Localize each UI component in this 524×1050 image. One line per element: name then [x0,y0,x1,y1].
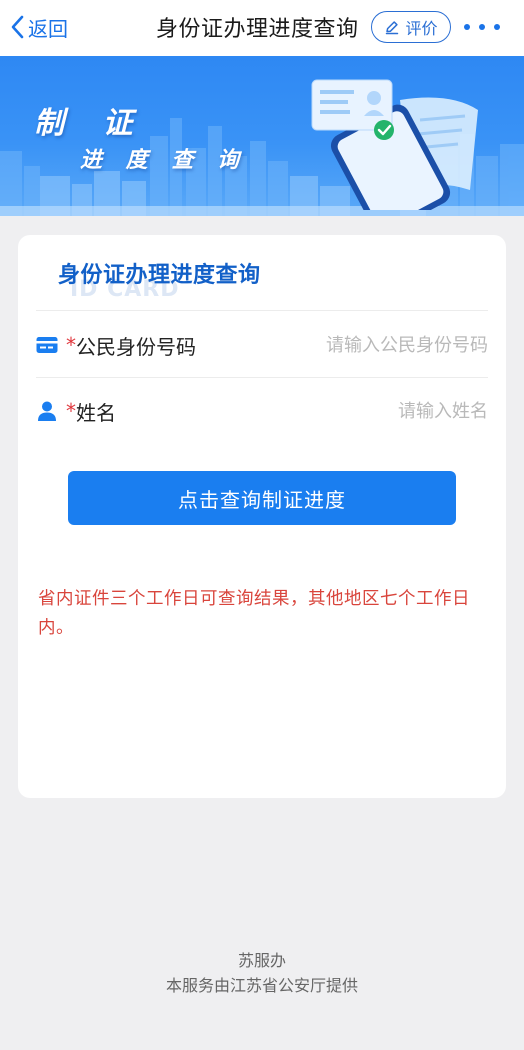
id-number-input[interactable] [248,334,488,356]
footer-brand: 苏服办 [237,951,286,970]
page-title: 身份证办理进度查询 [156,17,359,42]
back-label: 返回 [28,16,68,41]
id-card-icon [36,333,60,357]
id-number-field-row: * 公民身份号码 [36,323,488,367]
query-progress-button[interactable]: 点击查询制证进度 [68,471,456,525]
top-nav-bar: 返回 身份证办理进度查询 评价 [0,0,524,56]
notice-text: 省内证件三个工作日可查询结果，其他地区七个工作日内。 [38,589,470,638]
banner-title-line2: 进 度 查 询 [80,148,247,173]
query-form-card: ID CARD 身份证办理进度查询 * 公民身份号码 * 姓名 点击查询制证进度… [18,235,506,798]
banner-title-line1: 制 证 [34,106,147,141]
name-label: 姓名 [76,400,116,425]
back-button[interactable]: 返回 [10,12,68,42]
required-mark: * [66,333,76,357]
footer-provider: 本服务由江苏省公安厅提供 [165,976,358,995]
chevron-left-icon [11,15,24,39]
person-icon [36,399,60,423]
required-mark: * [66,399,76,423]
divider [36,310,488,311]
divider [36,377,488,378]
pencil-icon [386,21,399,35]
banner: 制 证 进 度 查 询 [0,56,524,216]
id-number-label: 公民身份号码 [76,334,196,359]
name-field-row: * 姓名 [36,389,488,433]
name-input[interactable] [248,400,488,422]
more-dots-icon[interactable] [464,16,500,38]
rate-button[interactable]: 评价 [371,11,451,43]
phone-id-card-illustration [311,79,478,210]
card-title: 身份证办理进度查询 [58,263,261,288]
rate-label: 评价 [405,19,438,38]
